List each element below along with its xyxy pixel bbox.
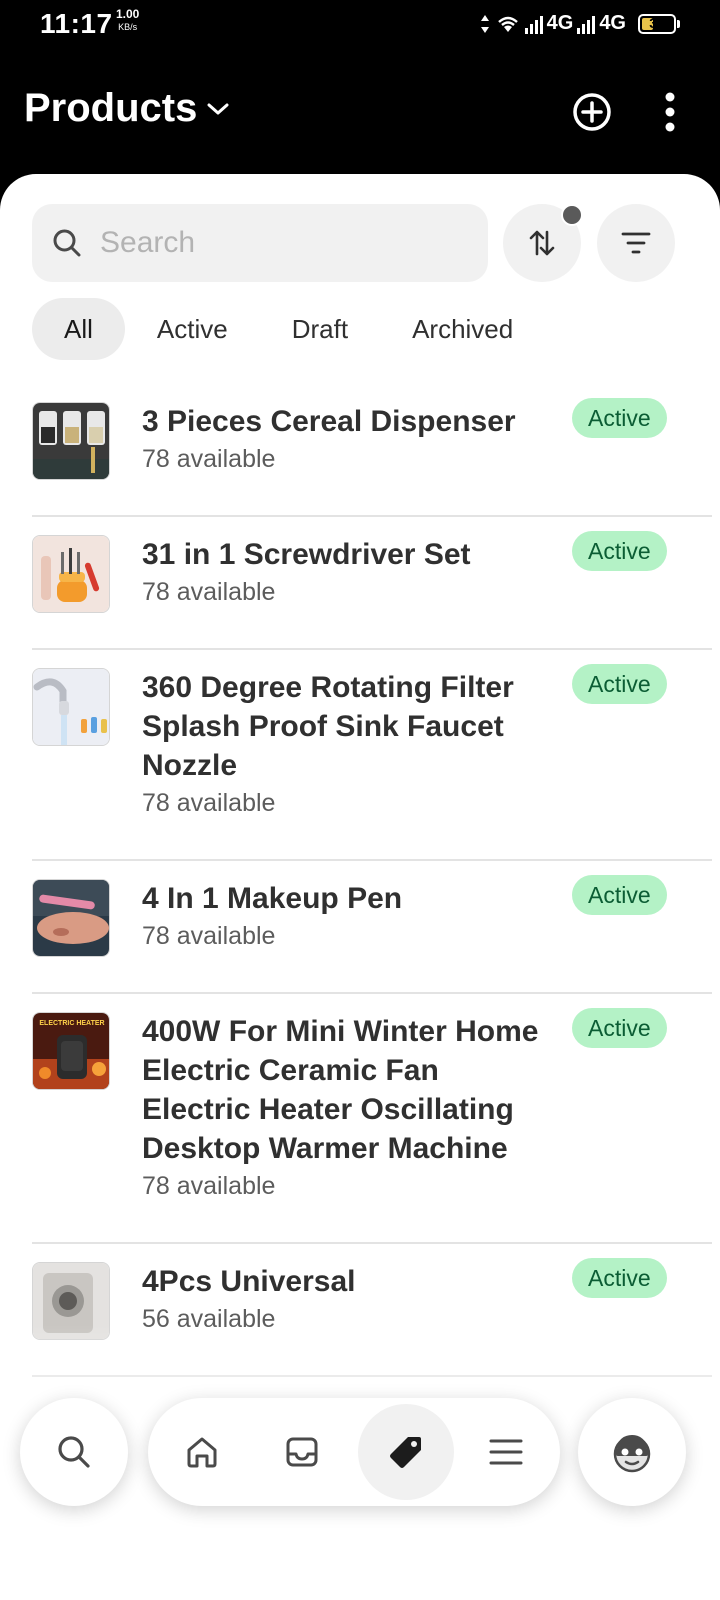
product-title: 3 Pieces Cereal Dispenser [142, 405, 516, 438]
signal-icon-2 [577, 14, 596, 34]
search-box[interactable] [32, 204, 488, 282]
tab-draft[interactable]: Draft [260, 298, 380, 360]
product-row[interactable]: 4Pcs Universal 56 available Active [32, 1244, 712, 1377]
product-inventory: 78 available [142, 445, 276, 473]
product-thumbnail [32, 535, 110, 613]
nav-orders-button[interactable] [254, 1404, 350, 1500]
status-badge: Active [572, 875, 667, 915]
network-speed-unit: KB/s [118, 22, 138, 32]
search-input[interactable] [100, 226, 440, 260]
nav-search-button[interactable] [20, 1398, 128, 1506]
network-speed: 1.00 KB/s [116, 8, 139, 34]
product-thumbnail [32, 879, 110, 957]
product-row[interactable]: ELECTRIC HEATER 400W For Mini Winter Hom… [32, 994, 712, 1244]
product-inventory: 78 available [142, 922, 276, 950]
product-title: 360 Degree Rotating Filter Splash Proof … [142, 671, 514, 782]
menu-icon [489, 1439, 523, 1465]
inbox-icon [286, 1437, 318, 1467]
sort-active-indicator [561, 204, 583, 226]
page-title: Products [24, 86, 198, 130]
status-badge: Active [572, 664, 667, 704]
product-row[interactable]: 360 Degree Rotating Filter Splash Proof … [32, 650, 712, 861]
product-thumbnail [32, 1262, 110, 1340]
products-sheet: All Active Draft Archived 3 Pieces Cerea… [0, 174, 720, 1600]
more-options-button[interactable] [646, 88, 694, 136]
filter-icon [621, 232, 651, 254]
nav-menu-button[interactable] [458, 1404, 554, 1500]
status-badge: Active [572, 1258, 667, 1298]
product-thumbnail [32, 668, 110, 746]
nav-products-button[interactable] [358, 1404, 454, 1500]
tab-archived[interactable]: Archived [380, 298, 545, 360]
product-thumbnail: ELECTRIC HEATER [32, 1012, 110, 1090]
search-icon [53, 229, 81, 257]
tag-icon [390, 1437, 421, 1468]
home-icon [187, 1437, 217, 1468]
status-badge: Active [572, 531, 667, 571]
sort-arrows-icon [529, 230, 555, 256]
product-row[interactable]: 3 Pieces Cereal Dispenser 78 available A… [32, 384, 712, 517]
status-badge: Active [572, 1008, 667, 1048]
tab-all[interactable]: All [32, 298, 125, 360]
sort-button[interactable] [503, 204, 583, 282]
thumbnail-label: ELECTRIC HEATER [39, 1020, 104, 1027]
product-inventory: 78 available [142, 578, 276, 606]
status-time: 11:17 [40, 8, 113, 39]
app-header: Products [0, 70, 720, 160]
product-title: 31 in 1 Screwdriver Set [142, 538, 471, 571]
plus-circle-icon [573, 93, 611, 131]
product-inventory: 78 available [142, 789, 276, 817]
tab-active[interactable]: Active [125, 298, 260, 360]
product-title: 4 In 1 Makeup Pen [142, 882, 403, 915]
product-list: 3 Pieces Cereal Dispenser 78 available A… [32, 384, 712, 1377]
search-icon [58, 1436, 90, 1468]
status-icons: 4G 4G 33 [479, 12, 680, 35]
nav-profile-button[interactable] [578, 1398, 686, 1506]
bottom-nav [148, 1398, 560, 1506]
product-row[interactable]: 31 in 1 Screwdriver Set 78 available Act… [32, 517, 712, 650]
product-inventory: 78 available [142, 1172, 276, 1200]
status-tabs: All Active Draft Archived [32, 298, 545, 360]
status-bar: 11:17 1.00 KB/s 4G 4G 33 [0, 0, 720, 52]
product-title: 4Pcs Universal [142, 1265, 356, 1298]
data-transfer-icon [480, 14, 489, 33]
product-inventory: 56 available [142, 1305, 276, 1333]
profile-avatar-icon [613, 1435, 651, 1473]
signal-icon [524, 14, 543, 34]
product-title: 400W For Mini Winter Home Electric Ceram… [142, 1015, 539, 1165]
status-badge: Active [572, 398, 667, 438]
wifi-icon [497, 16, 518, 32]
product-thumbnail [32, 402, 110, 480]
battery-level: 33 [649, 14, 665, 31]
more-vertical-icon [665, 92, 675, 132]
nav-home-button[interactable] [154, 1404, 250, 1500]
add-product-button[interactable] [568, 88, 616, 136]
network-type-1: 4G [546, 12, 574, 34]
network-type-2: 4G [599, 12, 626, 34]
network-speed-value: 1.00 [116, 7, 140, 21]
chevron-down-icon [207, 103, 229, 114]
product-row[interactable]: 4 In 1 Makeup Pen 78 available Active [32, 861, 712, 994]
filter-button[interactable] [597, 204, 675, 282]
page-title-dropdown[interactable]: Products [24, 86, 229, 131]
battery-icon: 33 [638, 13, 680, 34]
